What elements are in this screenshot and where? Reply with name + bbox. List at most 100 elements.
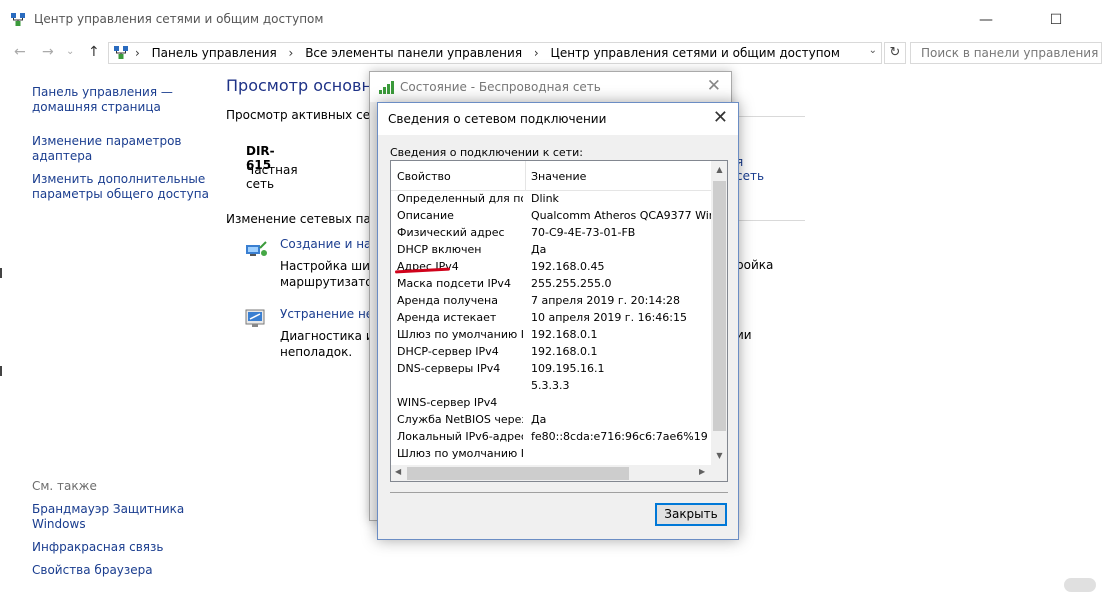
table-row[interactable]: DHCP включен Да — [391, 241, 711, 258]
troubleshoot-icon — [245, 309, 265, 327]
horizontal-scrollbar[interactable]: ◀ ▶ — [391, 465, 711, 481]
value-cell: 5.3.3.3 — [531, 379, 570, 392]
value-cell: 192.168.0.45 — [531, 260, 605, 273]
column-header-value[interactable]: Значение — [531, 170, 586, 183]
scroll-right-icon[interactable]: ▶ — [699, 467, 705, 476]
property-cell: DHCP-сервер IPv4 — [397, 345, 499, 358]
breadcrumb-network-center[interactable]: Центр управления сетями и общим доступом — [551, 46, 840, 60]
sidebar-item-infrared[interactable]: Инфракрасная связь — [32, 540, 163, 555]
divider — [390, 492, 728, 493]
recent-dropdown-icon[interactable]: ⌄ — [66, 46, 74, 57]
table-row[interactable]: Адрес IPv4 192.168.0.45 — [391, 258, 711, 275]
property-cell: DNS-серверы IPv4 — [397, 362, 501, 375]
table-row[interactable]: DNS-серверы IPv4 109.195.16.1 — [391, 360, 711, 377]
table-row[interactable]: Аренда получена 7 апреля 2019 г. 20:14:28 — [391, 292, 711, 309]
value-cell: 192.168.0.1 — [531, 345, 598, 358]
up-arrow-icon[interactable]: ↑ — [88, 44, 100, 60]
property-cell: Физический адрес — [397, 226, 505, 239]
property-cell: Описание — [397, 209, 454, 222]
breadcrumb-separator: › — [135, 46, 140, 60]
details-dialog-titlebar: Сведения о сетевом подключении ✕ — [378, 103, 738, 135]
refresh-button[interactable]: ↻ — [884, 42, 906, 64]
property-cell: Шлюз по умолчанию IP... — [397, 328, 523, 341]
table-row[interactable]: Определенный для по... Dlink — [391, 190, 711, 207]
details-list[interactable]: Свойство Значение Определенный для по...… — [390, 160, 728, 482]
vertical-scrollbar[interactable]: ▲ ▼ — [711, 161, 727, 465]
sidebar-item-firewall[interactable]: Брандмауэр Защитника — [32, 502, 184, 517]
scroll-up-icon[interactable]: ▲ — [711, 165, 727, 174]
table-row[interactable]: Аренда истекает 10 апреля 2019 г. 16:46:1… — [391, 309, 711, 326]
scrollbar-thumb[interactable] — [713, 181, 726, 431]
close-icon[interactable]: ✕ — [713, 107, 728, 128]
sidebar-item-firewall[interactable]: Windows — [32, 517, 86, 532]
connection-details-dialog: Сведения о сетевом подключении ✕ Сведени… — [377, 102, 739, 540]
control-panel-icon — [114, 46, 128, 59]
scroll-down-icon[interactable]: ▼ — [711, 451, 727, 460]
sidebar-item-control-panel-home[interactable]: Панель управления — — [32, 85, 173, 100]
maximize-button[interactable]: ☐ — [1033, 6, 1079, 34]
column-divider[interactable] — [525, 161, 526, 191]
property-cell: Определенный для по... — [397, 192, 523, 205]
value-cell: 7 апреля 2019 г. 20:14:28 — [531, 294, 680, 307]
details-dialog-title: Сведения о сетевом подключении — [388, 112, 607, 126]
property-cell: Аренда получена — [397, 294, 498, 307]
close-icon[interactable]: ✕ — [707, 76, 721, 96]
table-row[interactable]: Описание Qualcomm Atheros QCA9377 Wireles… — [391, 207, 711, 224]
forward-arrow-icon[interactable]: → — [42, 44, 54, 60]
status-dialog-title: Состояние - Беспроводная сеть — [400, 80, 601, 94]
watermark — [1064, 578, 1096, 592]
sidebar-item-adapter-settings[interactable]: адаптера — [32, 149, 92, 164]
network-center-icon — [11, 13, 25, 26]
sidebar-item-adapter-settings[interactable]: Изменение параметров — [32, 134, 182, 149]
status-dialog-titlebar: Состояние - Беспроводная сеть ✕ — [370, 72, 731, 102]
table-row[interactable]: Маска подсети IPv4 255.255.255.0 — [391, 275, 711, 292]
divider — [739, 220, 805, 221]
sidebar-item-sharing-settings[interactable]: Изменить дополнительные — [32, 172, 205, 187]
value-cell: Да — [531, 243, 547, 256]
table-row[interactable]: Шлюз по умолчанию IP... — [391, 445, 711, 462]
property-cell: Аренда истекает — [397, 311, 497, 324]
table-row[interactable]: 5.3.3.3 — [391, 377, 711, 394]
see-also-heading: См. также — [32, 479, 97, 493]
value-cell: fe80::8cda:e716:96c6:7ae6%19 — [531, 430, 708, 443]
wifi-signal-icon — [379, 81, 394, 94]
details-list-label: Сведения о подключении к сети: — [390, 146, 583, 159]
table-row[interactable]: Служба NetBIOS через... Да — [391, 411, 711, 428]
back-arrow-icon[interactable]: ← — [14, 44, 26, 60]
window-title: Центр управления сетями и общим доступом — [34, 12, 324, 26]
column-header-property[interactable]: Свойство — [397, 170, 451, 183]
scrollbar-thumb[interactable] — [407, 467, 629, 480]
new-connection-icon — [246, 241, 267, 256]
window-titlebar: Центр управления сетями и общим доступом… — [0, 0, 1102, 40]
search-input[interactable]: Поиск в панели управления — [910, 42, 1102, 64]
breadcrumb-all-items[interactable]: Все элементы панели управления — [305, 46, 522, 60]
divider — [739, 116, 805, 117]
value-cell: 109.195.16.1 — [531, 362, 605, 375]
scroll-corner — [711, 465, 727, 481]
table-row[interactable]: DHCP-сервер IPv4 192.168.0.1 — [391, 343, 711, 360]
property-cell: Локальный IPv6-адрес... — [397, 430, 523, 443]
sidebar-item-control-panel-home[interactable]: домашняя страница — [32, 100, 161, 115]
breadcrumb-separator: › — [288, 46, 294, 60]
active-networks-heading: Просмотр активных сетей — [226, 108, 393, 122]
table-row[interactable]: Шлюз по умолчанию IP... 192.168.0.1 — [391, 326, 711, 343]
chevron-down-icon[interactable]: ⌄ — [869, 45, 877, 56]
table-row[interactable]: Локальный IPv6-адрес... fe80::8cda:e716:9… — [391, 428, 711, 445]
scroll-left-icon[interactable]: ◀ — [395, 467, 401, 476]
value-cell: 70-C9-4E-73-01-FB — [531, 226, 636, 239]
connection-link[interactable]: я сеть — [736, 155, 764, 183]
sidebar-item-sharing-settings[interactable]: параметры общего доступа — [32, 187, 209, 202]
value-cell: 10 апреля 2019 г. 16:46:15 — [531, 311, 687, 324]
troubleshoot-desc: неполадок. — [280, 345, 353, 359]
close-button[interactable]: Закрыть — [655, 503, 727, 526]
minimize-button[interactable]: — — [963, 6, 1009, 34]
table-row[interactable]: WINS-сервер IPv4 — [391, 394, 711, 411]
sidebar-item-browser-properties[interactable]: Свойства браузера — [32, 563, 153, 578]
address-field[interactable]: › Панель управления › Все элементы панел… — [108, 42, 882, 64]
address-bar: ← → ⌄ ↑ › Панель управления › Все элемен… — [0, 40, 1102, 66]
table-row[interactable]: Физический адрес 70-C9-4E-73-01-FB — [391, 224, 711, 241]
breadcrumb-control-panel[interactable]: Панель управления — [152, 46, 277, 60]
property-cell: Маска подсети IPv4 — [397, 277, 511, 290]
sidebar: Панель управления — домашняя страница Из… — [0, 70, 210, 600]
setup-connection-desc-tail: ройка — [736, 258, 774, 272]
